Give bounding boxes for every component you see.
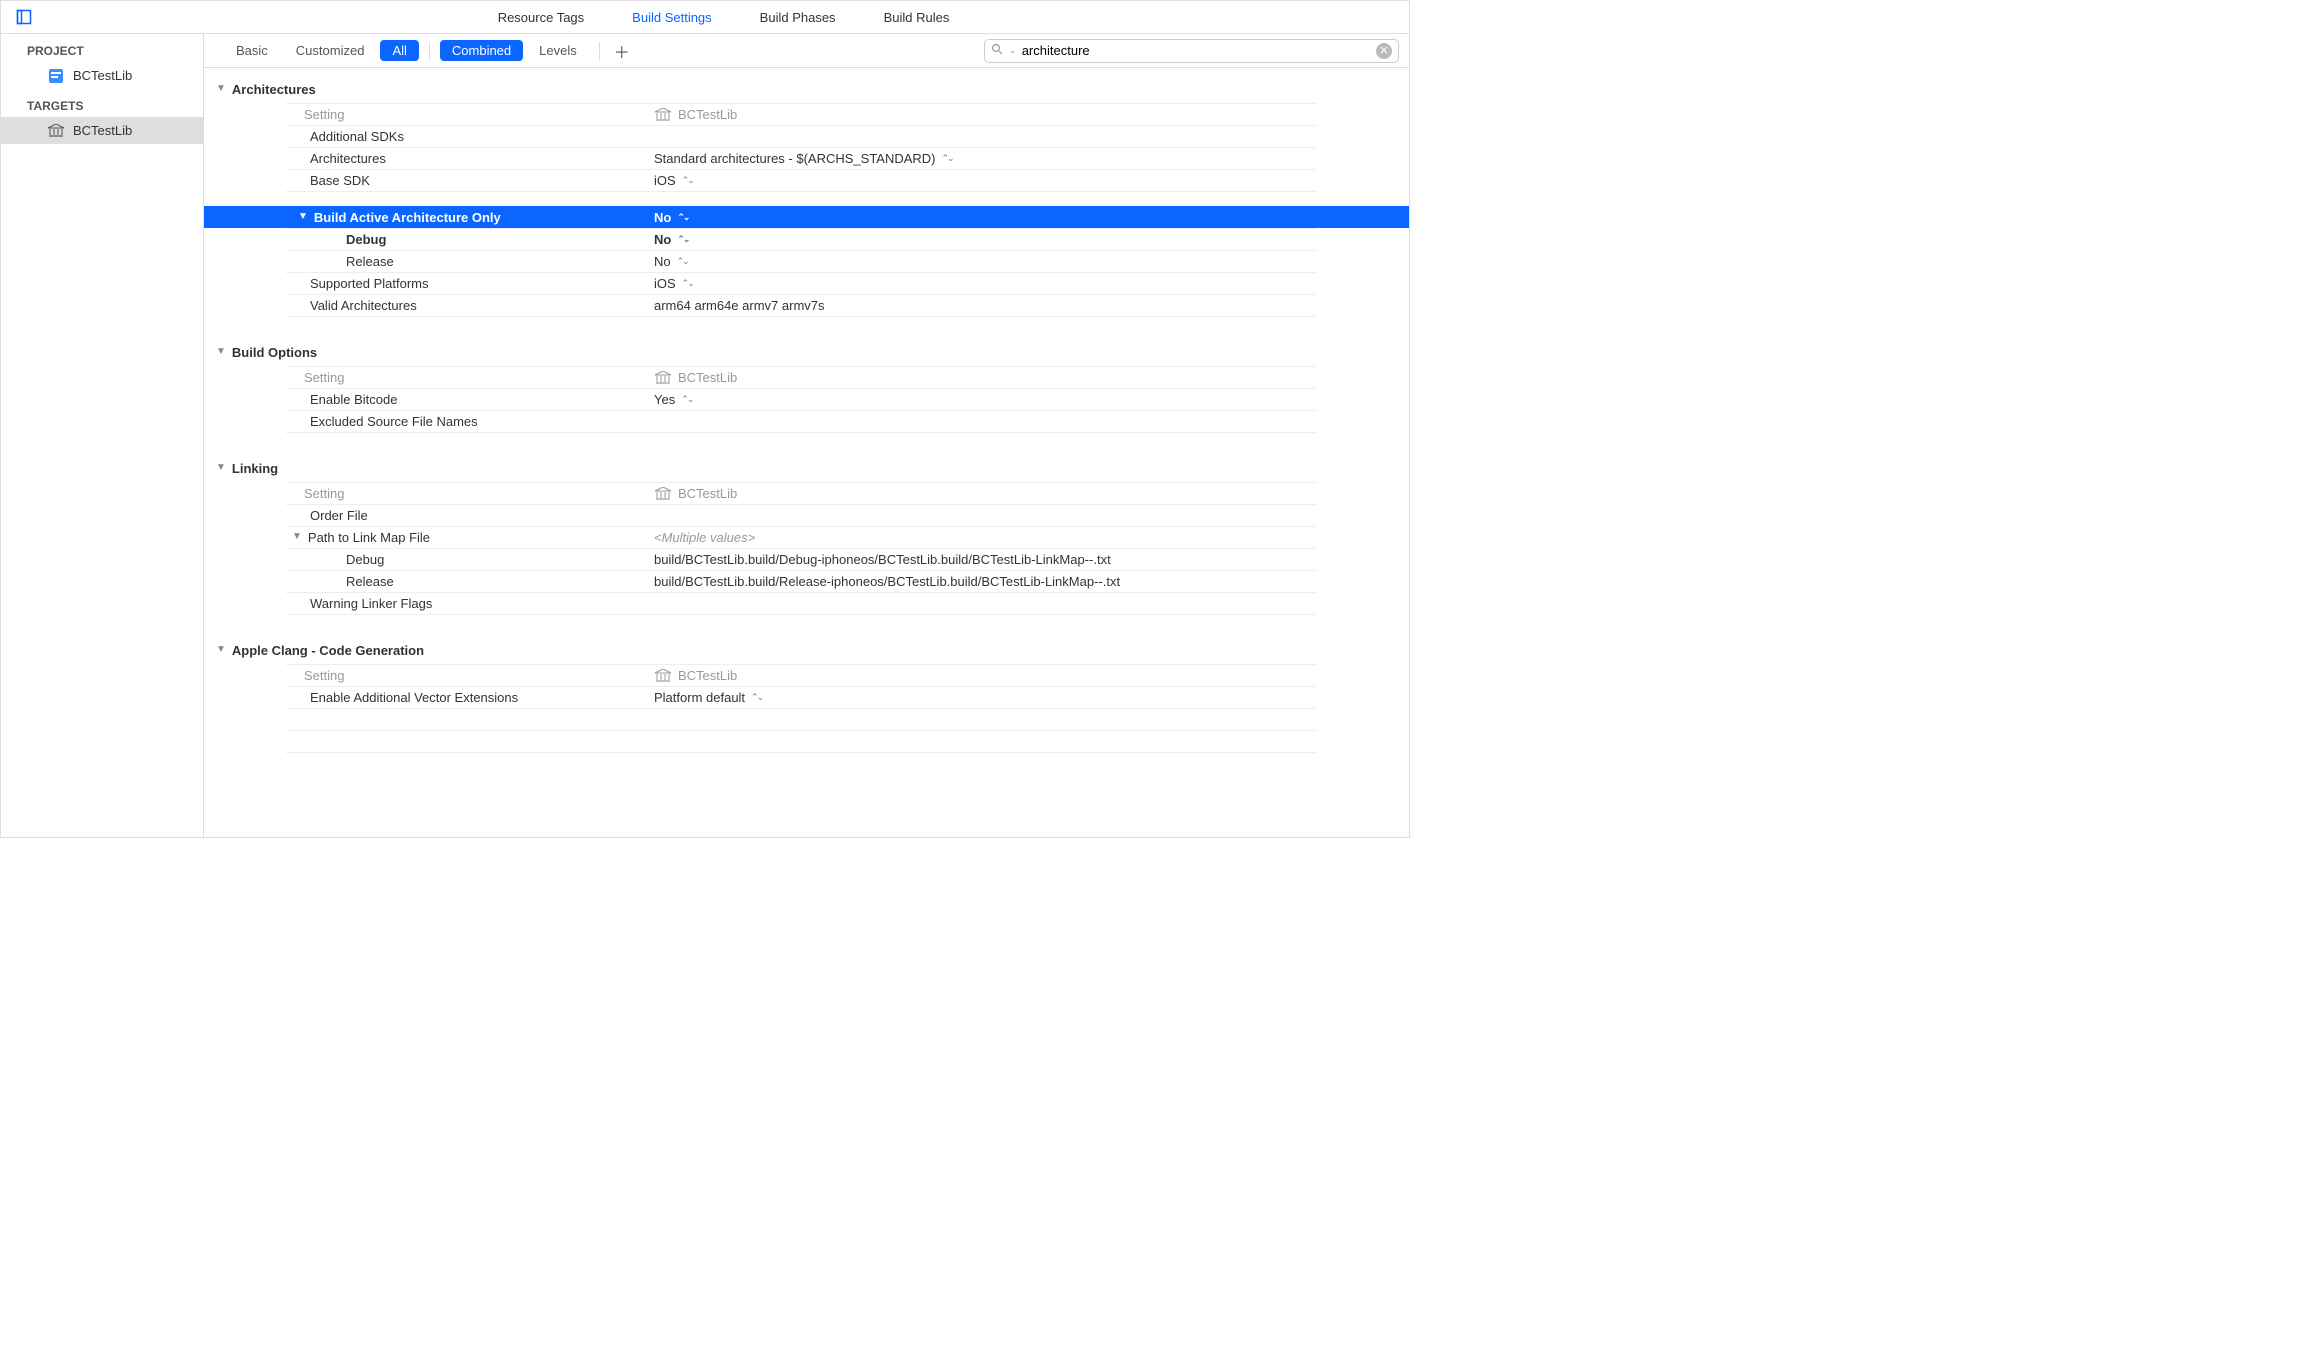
tab-build-rules[interactable]: Build Rules: [860, 1, 974, 34]
updown-icon: ⌃⌄: [942, 153, 953, 164]
updown-icon: ⌃⌄: [677, 256, 688, 267]
toolbar-divider: [429, 42, 430, 60]
setting-path-link-map-release[interactable]: Releasebuild/BCTestLib.build/Release-iph…: [286, 570, 1317, 592]
setting-base-sdk[interactable]: Base SDKiOS⌃⌄: [286, 169, 1317, 191]
group-header-linking[interactable]: Linking: [204, 461, 1409, 482]
sidebar-target-name: BCTestLib: [73, 123, 132, 138]
library-icon: [47, 122, 65, 140]
setting-build-active-arch-debug[interactable]: DebugNo⌃⌄: [286, 228, 1317, 250]
project-targets-sidebar: PROJECT BCTestLib TARGETS BCTestLib: [1, 34, 204, 837]
add-setting-button[interactable]: ＋: [610, 39, 634, 63]
setting-additional-sdks[interactable]: Additional SDKs: [286, 125, 1317, 147]
column-header-row: SettingBCTestLib: [286, 664, 1317, 686]
col-target: BCTestLib: [646, 107, 1317, 122]
library-icon: [654, 371, 672, 385]
updown-icon: ⌃⌄: [751, 692, 762, 703]
setting-path-link-map-debug[interactable]: Debugbuild/BCTestLib.build/Debug-iphoneo…: [286, 548, 1317, 570]
setting-build-active-arch-release[interactable]: ReleaseNo⌃⌄: [286, 250, 1317, 272]
updown-icon: ⌃⌄: [682, 175, 693, 186]
setting-valid-architectures[interactable]: Valid Architecturesarm64 arm64e armv7 ar…: [286, 294, 1317, 316]
column-header-row: SettingBCTestLib: [286, 366, 1317, 388]
settings-toolbar: Basic Customized All Combined Levels ＋ ⌄…: [204, 34, 1409, 68]
group-header-apple-clang[interactable]: Apple Clang - Code Generation: [204, 643, 1409, 664]
group-title: Build Options: [232, 345, 317, 360]
setting-warning-linker-flags[interactable]: Warning Linker Flags: [286, 592, 1317, 614]
group-title: Apple Clang - Code Generation: [232, 643, 424, 658]
search-clear-icon[interactable]: ✕: [1376, 43, 1392, 59]
col-setting: Setting: [286, 107, 646, 122]
setting-excluded-source-files[interactable]: Excluded Source File Names: [286, 410, 1317, 432]
view-combined[interactable]: Combined: [440, 40, 523, 61]
sidebar-target-row[interactable]: BCTestLib: [1, 117, 203, 144]
view-levels[interactable]: Levels: [527, 40, 589, 61]
library-icon: [654, 487, 672, 501]
group-linking: Linking SettingBCTestLib Order File Path…: [204, 447, 1409, 615]
filter-customized[interactable]: Customized: [284, 40, 377, 61]
toolbar-divider-2: [599, 42, 600, 60]
empty-row: [286, 708, 1317, 730]
project-icon: [47, 67, 65, 85]
tab-build-phases[interactable]: Build Phases: [736, 1, 860, 34]
group-title: Architectures: [232, 82, 316, 97]
sidebar-project-name: BCTestLib: [73, 68, 132, 83]
sidebar-project-row[interactable]: BCTestLib: [1, 62, 203, 89]
group-header-build-options[interactable]: Build Options: [204, 345, 1409, 366]
setting-architectures[interactable]: ArchitecturesStandard architectures - $(…: [286, 147, 1317, 169]
tab-build-settings[interactable]: Build Settings: [608, 1, 736, 34]
setting-path-link-map[interactable]: Path to Link Map File<Multiple values>: [286, 526, 1317, 548]
group-header-architectures[interactable]: Architectures: [204, 82, 1409, 103]
disclosure-icon: [216, 346, 226, 357]
column-header-row: Setting BCTestLib: [286, 103, 1317, 125]
editor-top-tabs: Resource Tags Build Settings Build Phase…: [1, 1, 1409, 34]
group-build-options: Build Options SettingBCTestLib Enable Bi…: [204, 331, 1409, 433]
search-icon: [991, 43, 1003, 58]
disclosure-icon: [298, 211, 308, 222]
group-architectures: Architectures Setting BCTestLib Addition…: [204, 68, 1409, 317]
setting-enable-vector-ext[interactable]: Enable Additional Vector ExtensionsPlatf…: [286, 686, 1317, 708]
updown-icon: ⌃⌄: [682, 278, 693, 289]
disclosure-icon: [216, 83, 226, 94]
search-input[interactable]: [1022, 43, 1370, 58]
disclosure-icon: [292, 531, 302, 542]
setting-enable-bitcode[interactable]: Enable BitcodeYes⌃⌄: [286, 388, 1317, 410]
search-field[interactable]: ⌄ ✕: [984, 39, 1399, 63]
column-header-row: SettingBCTestLib: [286, 482, 1317, 504]
updown-icon: ⌃⌄: [677, 234, 688, 245]
library-icon: [654, 669, 672, 683]
updown-icon: ⌃⌄: [681, 394, 692, 405]
group-title: Linking: [232, 461, 278, 476]
setting-order-file[interactable]: Order File: [286, 504, 1317, 526]
sidebar-section-targets: TARGETS: [1, 95, 203, 117]
sidebar-section-project: PROJECT: [1, 40, 203, 62]
group-apple-clang: Apple Clang - Code Generation SettingBCT…: [204, 629, 1409, 753]
nav-toggle-icon[interactable]: [10, 9, 38, 25]
tab-resource-tags[interactable]: Resource Tags: [474, 1, 608, 34]
disclosure-icon: [216, 462, 226, 473]
updown-icon: ⌃⌄: [677, 212, 688, 223]
disclosure-icon: [216, 644, 226, 655]
filter-basic[interactable]: Basic: [224, 40, 280, 61]
setting-supported-platforms[interactable]: Supported PlatformsiOS⌃⌄: [286, 272, 1317, 294]
filter-all[interactable]: All: [380, 40, 418, 61]
library-icon: [654, 108, 672, 122]
setting-build-active-arch-only[interactable]: Build Active Architecture Only No⌃⌄: [204, 206, 1409, 228]
search-dropdown-icon[interactable]: ⌄: [1009, 46, 1016, 55]
empty-row: [286, 730, 1317, 752]
